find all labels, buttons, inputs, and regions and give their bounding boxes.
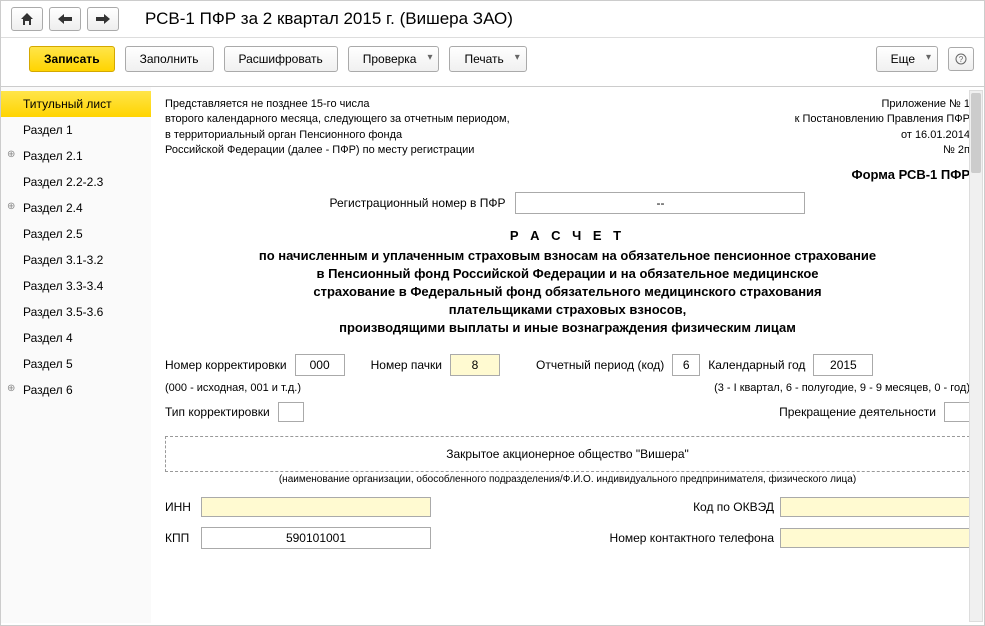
pack-field[interactable]: 8 <box>450 354 500 376</box>
kpp-label: КПП <box>165 531 195 545</box>
sidebar-item-0[interactable]: Титульный лист <box>1 91 151 117</box>
corr-num-field[interactable]: 000 <box>295 354 345 376</box>
inn-field[interactable] <box>201 497 431 517</box>
year-label: Календарный год <box>708 358 805 372</box>
okved-field[interactable] <box>780 497 970 517</box>
phone-field[interactable] <box>780 528 970 548</box>
reg-number-label: Регистрационный номер в ПФР <box>330 196 506 210</box>
cease-field[interactable] <box>944 402 970 422</box>
period-field[interactable]: 6 <box>672 354 700 376</box>
form-code: Форма РСВ-1 ПФР <box>165 167 970 182</box>
sidebar-item-3[interactable]: Раздел 2.2-2.3 <box>1 169 151 195</box>
help-button[interactable]: ? <box>948 47 974 71</box>
year-field[interactable]: 2015 <box>813 354 873 376</box>
save-button[interactable]: Записать <box>29 46 115 72</box>
appendix-info: Приложение № 1 к Постановлению Правления… <box>795 97 970 159</box>
svg-text:?: ? <box>959 55 964 64</box>
sidebar-item-8[interactable]: Раздел 3.5-3.6 <box>1 299 151 325</box>
sidebar-item-11[interactable]: Раздел 6 <box>1 377 151 403</box>
sidebar-item-1[interactable]: Раздел 1 <box>1 117 151 143</box>
sidebar-item-7[interactable]: Раздел 3.3-3.4 <box>1 273 151 299</box>
calc-heading: Р А С Ч Е Т <box>165 228 970 243</box>
back-button[interactable] <box>49 7 81 31</box>
document-content: Представляется не позднее 15-го числа вт… <box>151 87 984 623</box>
sidebar: Титульный листРаздел 1Раздел 2.1Раздел 2… <box>1 87 151 623</box>
vertical-scrollbar[interactable] <box>969 90 983 622</box>
submission-info: Представляется не позднее 15-го числа вт… <box>165 97 510 159</box>
check-button[interactable]: Проверка <box>348 46 440 72</box>
phone-label: Номер контактного телефона <box>610 531 774 545</box>
home-button[interactable] <box>11 7 43 31</box>
page-title: РСВ-1 ПФР за 2 квартал 2015 г. (Вишера З… <box>125 9 513 29</box>
okved-label: Код по ОКВЭД <box>693 500 774 514</box>
kpp-field[interactable]: 590101001 <box>201 527 431 549</box>
fill-button[interactable]: Заполнить <box>125 46 214 72</box>
cease-label: Прекращение деятельности <box>779 405 936 419</box>
corr-type-field[interactable] <box>278 402 304 422</box>
sidebar-item-5[interactable]: Раздел 2.5 <box>1 221 151 247</box>
org-hint: (наименование организации, обособленного… <box>165 474 970 485</box>
pack-label: Номер пачки <box>371 358 442 372</box>
sidebar-item-4[interactable]: Раздел 2.4 <box>1 195 151 221</box>
more-button[interactable]: Еще <box>876 46 938 72</box>
print-button[interactable]: Печать <box>449 46 526 72</box>
period-hint: (3 - I квартал, 6 - полугодие, 9 - 9 мес… <box>714 382 970 394</box>
corr-type-label: Тип корректировки <box>165 405 270 419</box>
sidebar-item-2[interactable]: Раздел 2.1 <box>1 143 151 169</box>
corr-num-label: Номер корректировки <box>165 358 287 372</box>
period-label: Отчетный период (код) <box>536 358 664 372</box>
toolbar: Записать Заполнить Расшифровать Проверка… <box>1 38 984 87</box>
sidebar-item-9[interactable]: Раздел 4 <box>1 325 151 351</box>
decode-button[interactable]: Расшифровать <box>224 46 338 72</box>
corr-hint: (000 - исходная, 001 и т.д.) <box>165 382 301 394</box>
sidebar-item-6[interactable]: Раздел 3.1-3.2 <box>1 247 151 273</box>
top-bar: РСВ-1 ПФР за 2 квартал 2015 г. (Вишера З… <box>1 1 984 38</box>
sidebar-item-10[interactable]: Раздел 5 <box>1 351 151 377</box>
reg-number-field[interactable]: -- <box>515 192 805 214</box>
forward-button[interactable] <box>87 7 119 31</box>
org-name-field[interactable]: Закрытое акционерное общество "Вишера" <box>165 436 970 472</box>
inn-label: ИНН <box>165 500 195 514</box>
calc-description: по начисленным и уплаченным страховым вз… <box>165 247 970 338</box>
